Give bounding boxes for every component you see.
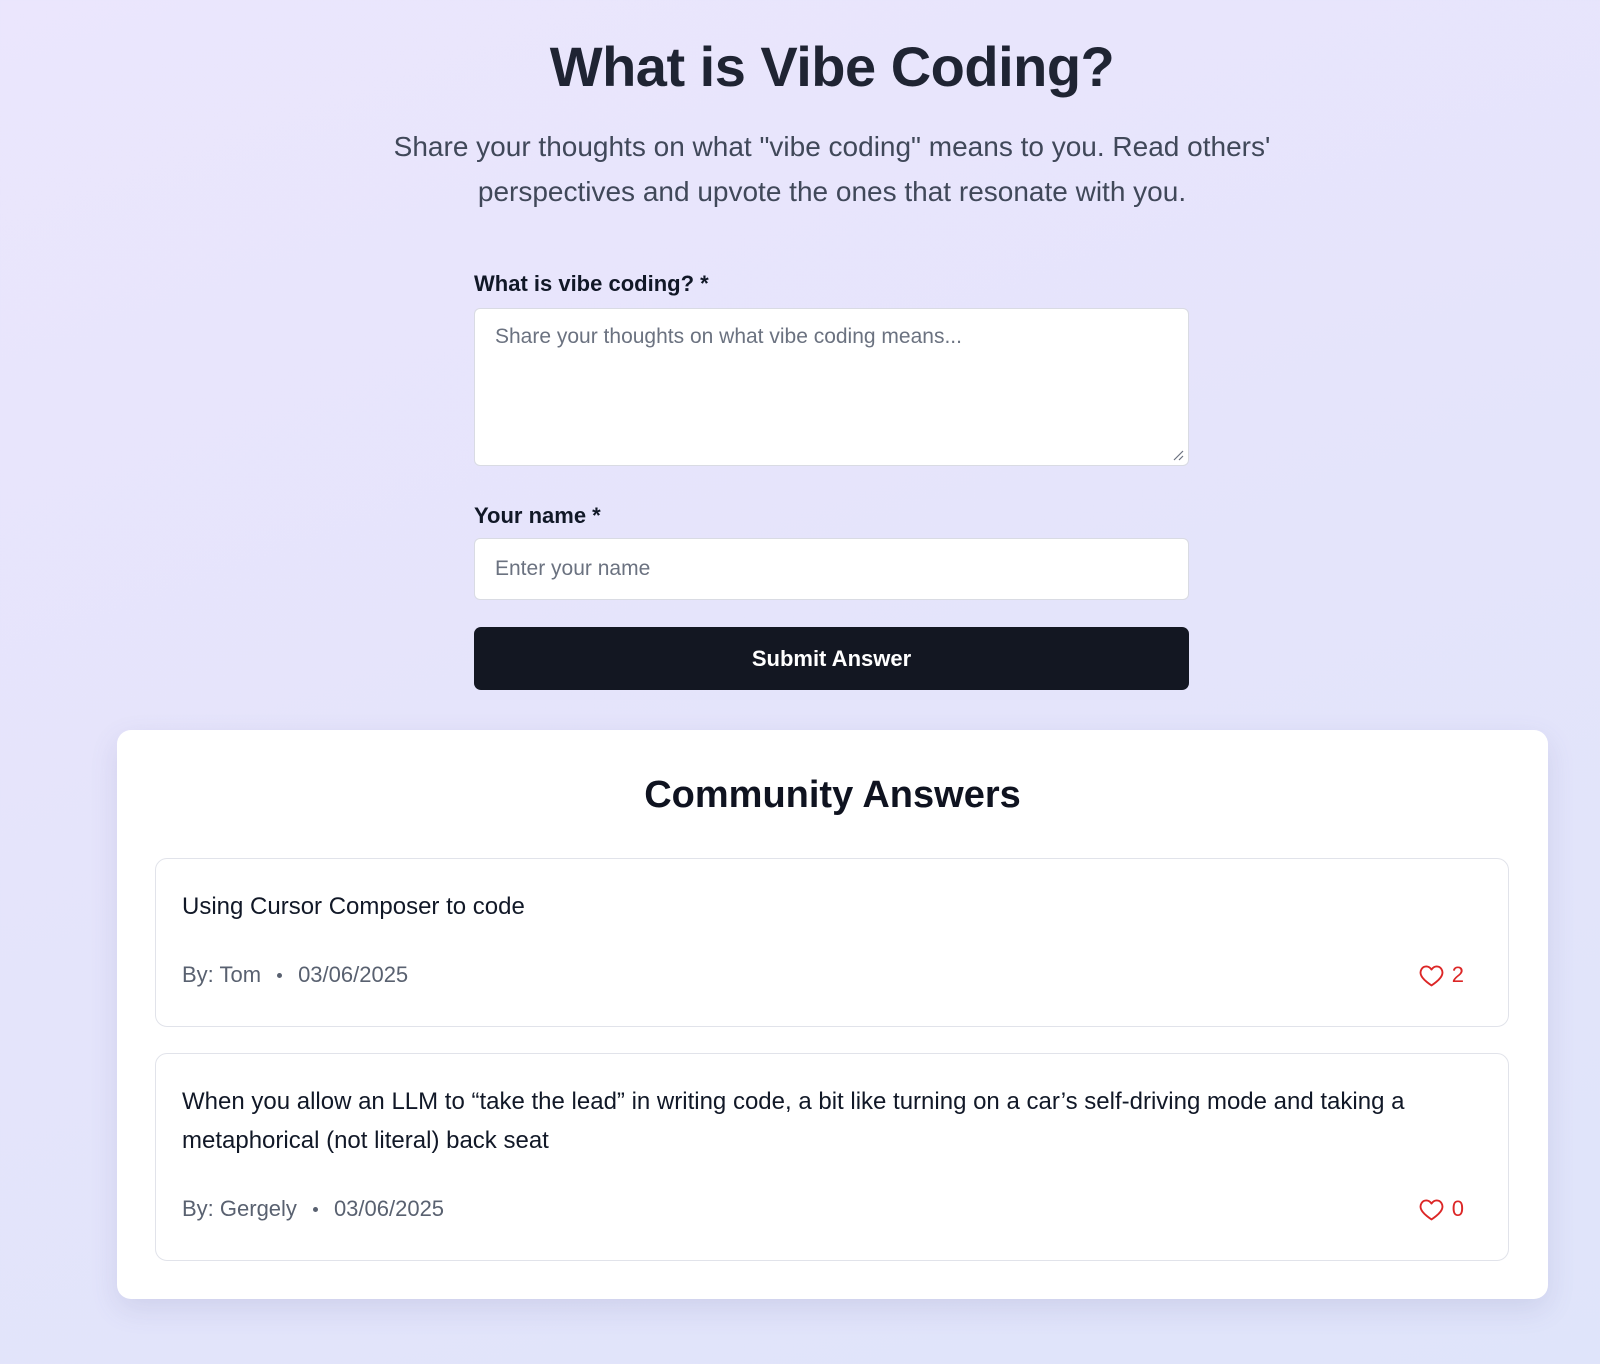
like-count: 2 — [1451, 962, 1464, 987]
answer-meta: By: Gergely 03/06/2025 — [182, 1196, 444, 1222]
community-answers-title: Community Answers — [644, 774, 1021, 816]
answer-form: What is vibe coding? * Your name * Submi… — [474, 270, 1189, 690]
answer-card: Using Cursor Composer to code By: Tom 03… — [155, 858, 1509, 1027]
submit-answer-button[interactable]: Submit Answer — [474, 627, 1189, 690]
like-button[interactable]: 2 — [1419, 962, 1464, 988]
answer-meta: By: Tom 03/06/2025 — [182, 962, 408, 988]
answer-label: What is vibe coding? * — [474, 271, 709, 296]
answer-textarea[interactable] — [474, 308, 1189, 466]
answer-author: By: Tom — [182, 962, 262, 987]
resize-handle-icon[interactable] — [1172, 449, 1184, 461]
community-answers-card: Community Answers Using Cursor Composer … — [117, 730, 1548, 1299]
heart-icon — [1419, 1199, 1444, 1220]
page-subtitle: Share your thoughts on what "vibe coding… — [393, 131, 1271, 207]
answer-date: 03/06/2025 — [298, 962, 409, 987]
answer-card: When you allow an LLM to “take the lead”… — [155, 1053, 1509, 1261]
separator-dot — [312, 1206, 318, 1212]
name-label: Your name * — [474, 503, 601, 528]
page-title: What is Vibe Coding? — [549, 35, 1115, 98]
answer-textarea-wrapper — [474, 308, 1189, 466]
answer-author: By: Gergely — [182, 1196, 297, 1221]
heart-icon — [1419, 965, 1444, 986]
name-input[interactable] — [474, 538, 1189, 600]
separator-dot — [277, 972, 283, 978]
answer-text: When you allow an LLM to “take the lead”… — [182, 1088, 1405, 1154]
like-count: 0 — [1451, 1196, 1464, 1221]
answer-date: 03/06/2025 — [333, 1196, 445, 1221]
answer-text: Using Cursor Composer to code — [182, 893, 525, 920]
like-button[interactable]: 0 — [1419, 1196, 1464, 1222]
